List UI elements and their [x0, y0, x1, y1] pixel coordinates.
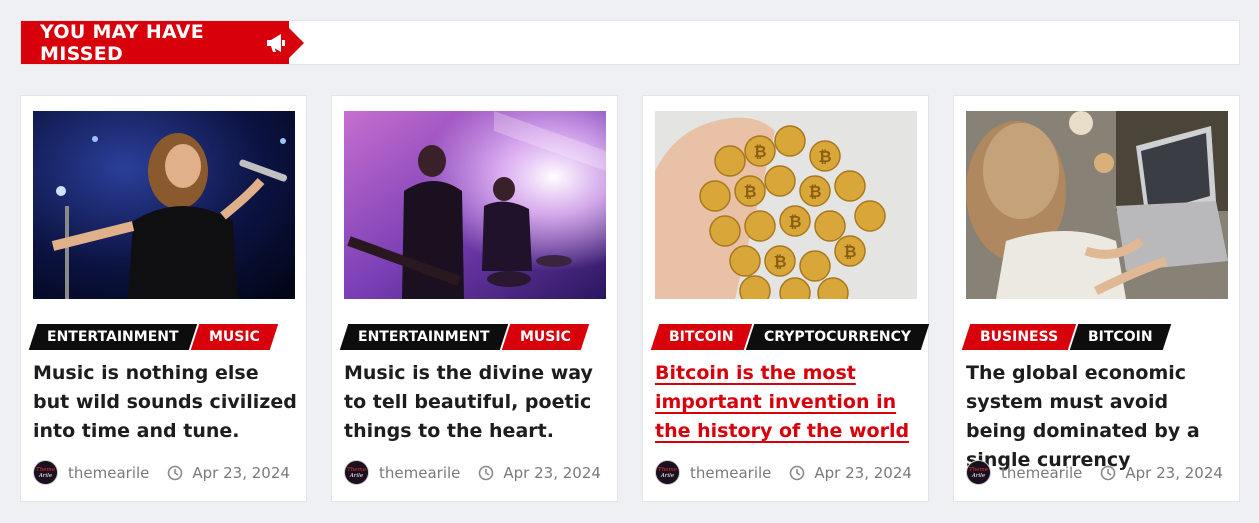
post-meta: Theme Arile themearile Apr 23, 2024	[344, 460, 601, 485]
post-card: ENTERTAINMENT MUSIC Music is the divine …	[331, 95, 618, 502]
svg-text:Arile: Arile	[660, 473, 675, 479]
post-date[interactable]: Apr 23, 2024	[192, 464, 290, 482]
author-name[interactable]: themearile	[68, 464, 149, 482]
post-title[interactable]: Bitcoin is the most important invention …	[655, 359, 921, 446]
clock-icon	[478, 465, 494, 481]
clock-icon	[167, 465, 183, 481]
author-name[interactable]: themearile	[1001, 464, 1082, 482]
post-date[interactable]: Apr 23, 2024	[1125, 464, 1223, 482]
post-meta: Theme Arile themearile Apr 23, 2024	[966, 460, 1223, 485]
post-tags: ENTERTAINMENT MUSIC	[339, 324, 589, 350]
post-title[interactable]: Music is nothing else but wild sounds ci…	[33, 359, 299, 446]
section-header: YOU MAY HAVE MISSED	[20, 20, 1240, 65]
author-avatar[interactable]: Theme Arile	[33, 460, 58, 485]
section-title-tag: YOU MAY HAVE MISSED	[21, 20, 304, 65]
post-card: BUSINESS BITCOIN The global economic sys…	[953, 95, 1240, 502]
svg-text:Arile: Arile	[971, 473, 986, 479]
clock-icon	[1100, 465, 1116, 481]
tag-business[interactable]: BUSINESS	[961, 324, 1077, 350]
tag-bitcoin[interactable]: BITCOIN	[1069, 324, 1171, 350]
svg-text:₿: ₿	[753, 142, 766, 161]
tag-entertainment[interactable]: ENTERTAINMENT	[28, 324, 197, 350]
post-date[interactable]: Apr 23, 2024	[503, 464, 601, 482]
author-name[interactable]: themearile	[690, 464, 771, 482]
post-date[interactable]: Apr 23, 2024	[814, 464, 912, 482]
svg-text:₿: ₿	[788, 212, 801, 231]
svg-text:₿: ₿	[818, 147, 831, 166]
svg-text:₿: ₿	[843, 242, 856, 261]
clock-icon	[789, 465, 805, 481]
svg-text:₿: ₿	[808, 182, 821, 201]
svg-text:₿: ₿	[743, 182, 756, 201]
author-name[interactable]: themearile	[379, 464, 460, 482]
post-tags: ENTERTAINMENT MUSIC	[28, 324, 278, 350]
post-title[interactable]: Music is the divine way to tell beautifu…	[344, 359, 610, 446]
post-meta: Theme Arile themearile Apr 23, 2024	[655, 460, 912, 485]
tag-music[interactable]: MUSIC	[190, 324, 278, 350]
tag-cryptocurrency[interactable]: CRYPTOCURRENCY	[745, 324, 929, 350]
post-image[interactable]	[33, 111, 295, 299]
post-image[interactable]	[344, 111, 606, 299]
svg-text:Arile: Arile	[38, 473, 53, 479]
post-title[interactable]: The global economic system must avoid be…	[966, 359, 1232, 475]
tag-music[interactable]: MUSIC	[501, 324, 589, 350]
post-tags: BITCOIN CRYPTOCURRENCY	[650, 324, 929, 350]
tag-entertainment[interactable]: ENTERTAINMENT	[339, 324, 508, 350]
svg-text:₿: ₿	[773, 252, 786, 271]
author-avatar[interactable]: Theme Arile	[344, 460, 369, 485]
svg-text:Arile: Arile	[349, 473, 364, 479]
megaphone-icon	[265, 32, 289, 54]
post-image[interactable]: ₿ ₿ ₿ ₿ ₿ ₿ ₿	[655, 111, 917, 299]
author-avatar[interactable]: Theme Arile	[966, 460, 991, 485]
post-image[interactable]	[966, 111, 1228, 299]
post-tags: BUSINESS BITCOIN	[961, 324, 1171, 350]
post-card: ENTERTAINMENT MUSIC Music is nothing els…	[20, 95, 307, 502]
section-title: YOU MAY HAVE MISSED	[40, 20, 205, 65]
tag-bitcoin[interactable]: BITCOIN	[650, 324, 752, 350]
author-avatar[interactable]: Theme Arile	[655, 460, 680, 485]
post-meta: Theme Arile themearile Apr 23, 2024	[33, 460, 290, 485]
post-card: ₿ ₿ ₿ ₿ ₿ ₿ ₿ BITCOIN CRYPTOCURRENCY Bitcoi…	[642, 95, 929, 502]
